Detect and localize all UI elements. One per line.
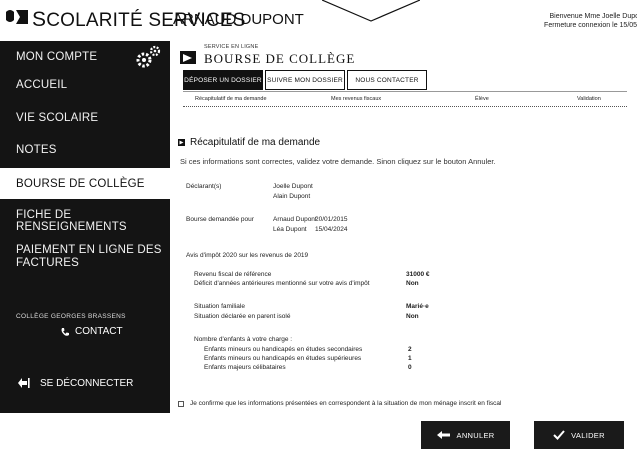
sidebar-item-label: VIE SCOLAIRE bbox=[16, 112, 99, 124]
header: SCOLARITÉ SERVICES ARNAUD DUPONT Bienven… bbox=[0, 0, 637, 36]
sidebar-item-mon-compte[interactable]: MON COMPTE bbox=[0, 43, 170, 71]
gear-icon[interactable] bbox=[133, 43, 163, 71]
tab-suivre-dossier[interactable]: SUIVRE MON DOSSIER bbox=[265, 70, 345, 90]
sidebar-item-label: PAIEMENT EN LIGNE DES bbox=[16, 244, 162, 256]
logout-button[interactable]: SE DÉCONNECTER bbox=[16, 377, 133, 389]
intro-text: Si ces informations sont correctes, vali… bbox=[180, 157, 496, 166]
cancel-button[interactable]: ANNULER bbox=[421, 421, 510, 449]
section-title-text: Récapitulatif de ma demande bbox=[190, 137, 321, 148]
main-panel: SERVICE EN LIGNE BOURSE DE COLLÈGE DÉPOS… bbox=[170, 41, 637, 413]
charge-1-value: 2 bbox=[408, 346, 412, 353]
validate-label: VALIDER bbox=[571, 430, 605, 440]
phone-icon bbox=[61, 327, 69, 336]
deficit-label: Déficit d'années antérieures mentionné s… bbox=[194, 280, 370, 287]
declarant-2: Alain Dupont bbox=[273, 193, 311, 200]
rfr-value: 31000 € bbox=[406, 271, 430, 278]
child-1-name: Arnaud Dupont bbox=[273, 216, 317, 223]
welcome-line: Bienvenue Mme Joelle Dupo bbox=[549, 13, 637, 20]
situation-label: Situation familiale bbox=[194, 303, 245, 310]
section-marker-icon bbox=[178, 139, 185, 146]
contact-label: CONTACT bbox=[75, 326, 123, 337]
school-name: COLLÈGE GEORGES BRASSENS bbox=[16, 313, 126, 320]
sidebar-item-bourse-de-college[interactable]: BOURSE DE COLLÈGE bbox=[0, 168, 170, 199]
bourse-label: Bourse demandée pour bbox=[186, 216, 254, 223]
step-validation: Validation bbox=[577, 96, 601, 102]
child-1-date: 20/01/2015 bbox=[315, 216, 348, 223]
brand-initial: S bbox=[32, 8, 47, 31]
tab-nous-contacter[interactable]: NOUS CONTACTER bbox=[347, 70, 427, 90]
step-recapitulatif: Récapitulatif de ma demande bbox=[195, 96, 267, 102]
parent-isole-label: Situation déclarée en parent isolé bbox=[194, 313, 291, 320]
sidebar-item-label: FACTURES bbox=[16, 257, 79, 269]
charge-3-label: Enfants majeurs célibataires bbox=[204, 364, 286, 371]
welcome-message: Bienvenue Mme Joelle Dupo Fermeture conn… bbox=[544, 12, 637, 30]
service-subtitle: SERVICE EN LIGNE bbox=[204, 44, 259, 50]
logout-label: SE DÉCONNECTER bbox=[40, 377, 134, 389]
service-icon bbox=[180, 51, 196, 64]
charge-2-value: 1 bbox=[408, 355, 412, 362]
charge-1-label: Enfants mineurs ou handicapés en études … bbox=[204, 346, 363, 353]
tab-bar: DÉPOSER UN DOSSIER SUIVRE MON DOSSIER NO… bbox=[183, 70, 427, 90]
sidebar-item-label: BOURSE DE COLLÈGE bbox=[16, 177, 145, 190]
charge-title: Nombre d'enfants à votre charge : bbox=[194, 336, 293, 343]
sidebar-item-vie-scolaire[interactable]: VIE SCOLAIRE bbox=[0, 104, 170, 132]
situation-value: Marié·e bbox=[406, 303, 429, 310]
deficit-value: Non bbox=[406, 280, 419, 287]
user-name: ARNAUD DUPONT bbox=[173, 11, 304, 28]
parent-isole-value: Non bbox=[406, 313, 419, 320]
charge-3-value: 0 bbox=[408, 364, 412, 371]
declarant-1: Joelle Dupont bbox=[273, 183, 313, 190]
sidebar-item-notes[interactable]: NOTES bbox=[0, 136, 170, 164]
logo-icon[interactable] bbox=[4, 8, 30, 26]
section-title: Récapitulatif de ma demande bbox=[178, 137, 320, 148]
sidebar-item-label: ACCUEIL bbox=[16, 79, 68, 91]
sidebar: MON COMPTE ACCUEIL VIE SCOLAIRE NOTES BO… bbox=[0, 41, 170, 413]
declarants-label: Déclarant(s) bbox=[186, 183, 222, 190]
sidebar-item-accueil[interactable]: ACCUEIL bbox=[0, 71, 170, 99]
steps-divider bbox=[183, 106, 627, 107]
step-eleve: Élève bbox=[475, 96, 489, 102]
check-icon bbox=[553, 430, 565, 440]
avis-title: Avis d'impôt 2020 sur les revenus de 201… bbox=[186, 252, 309, 259]
cancel-label: ANNULER bbox=[456, 430, 495, 440]
sidebar-item-fiche-de-renseignements[interactable]: FICHE DE RENSEIGNEMENTS bbox=[0, 205, 170, 236]
charge-2-label: Enfants mineurs ou handicapés en études … bbox=[204, 355, 362, 362]
child-2-name: Léa Dupont bbox=[273, 226, 307, 233]
rfr-label: Revenu fiscal de référence bbox=[194, 271, 272, 278]
arrow-left-icon bbox=[436, 431, 450, 439]
chevron-decoration bbox=[322, 0, 420, 22]
page-title: BOURSE DE COLLÈGE bbox=[204, 51, 356, 66]
step-revenus: Mes revenus fiscaux bbox=[331, 96, 382, 102]
logout-icon bbox=[18, 378, 30, 388]
sidebar-item-label: MON COMPTE bbox=[16, 51, 98, 63]
validate-button[interactable]: VALIDER bbox=[534, 421, 624, 449]
confirm-checkbox-row[interactable]: Je confirme que les informations présent… bbox=[178, 400, 501, 407]
contact-link[interactable]: CONTACT bbox=[60, 326, 123, 337]
confirm-checkbox[interactable] bbox=[178, 400, 184, 407]
progress-steps: Récapitulatif de ma demande Mes revenus … bbox=[183, 91, 627, 111]
confirm-text: Je confirme que les informations présent… bbox=[190, 400, 502, 407]
sidebar-item-paiement[interactable]: PAIEMENT EN LIGNE DES FACTURES bbox=[0, 239, 170, 275]
tab-deposer-dossier[interactable]: DÉPOSER UN DOSSIER bbox=[183, 70, 263, 90]
session-line: Fermeture connexion le 15/05/ bbox=[544, 22, 637, 29]
sidebar-item-label: NOTES bbox=[16, 144, 57, 156]
sidebar-item-label: FICHE DE RENSEIGNEMENTS bbox=[16, 208, 127, 233]
child-2-date: 15/04/2024 bbox=[315, 226, 348, 233]
